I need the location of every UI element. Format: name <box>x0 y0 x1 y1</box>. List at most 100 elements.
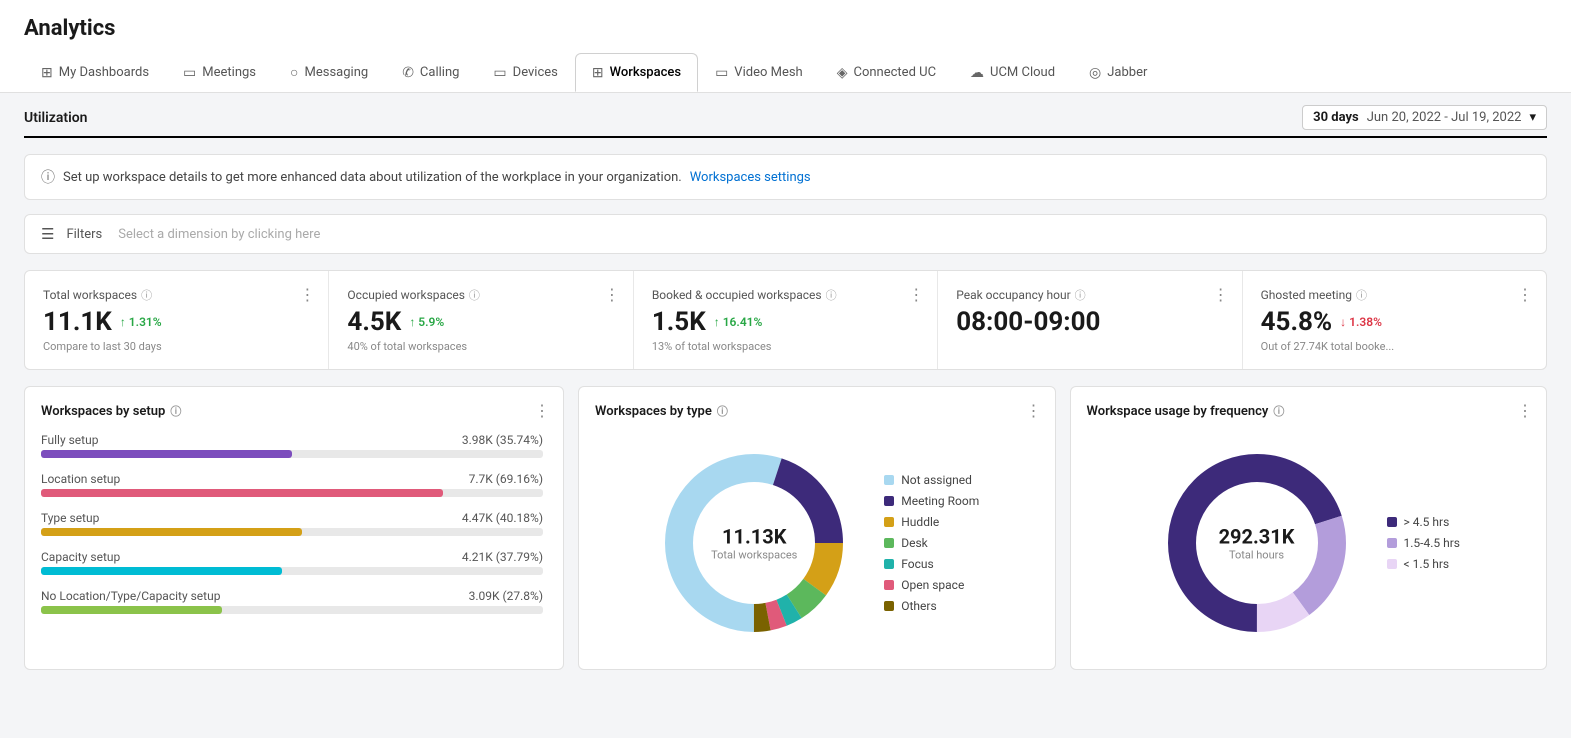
nav-tab-ucm-cloud[interactable]: ☁UCM Cloud <box>953 53 1072 92</box>
meetings-icon: ▭ <box>183 65 196 81</box>
chart-type-info-icon: ⓘ <box>717 403 728 419</box>
nav-tab-workspaces[interactable]: ⊞Workspaces <box>575 53 698 92</box>
nav-tab-calling[interactable]: ✆Calling <box>385 53 476 92</box>
bar-item-label: Location setup <box>41 472 120 486</box>
metric-value-occupied-workspaces: 4.5K ↑ 5.9% <box>347 307 614 337</box>
nav-tab-video-mesh[interactable]: ▭Video Mesh <box>698 53 820 92</box>
metric-card-occupied-workspaces: ⋮ Occupied workspaces ⓘ 4.5K ↑ 5.9% 40% … <box>329 271 633 369</box>
chart-workspaces-by-setup: Workspaces by setup ⓘ ⋮ Fully setup 3.98… <box>24 386 564 670</box>
chart-workspace-frequency: Workspace usage by frequency ⓘ ⋮ 292.31K… <box>1070 386 1548 670</box>
info-banner: ⓘ Set up workspace details to get more e… <box>24 154 1547 200</box>
sub-header-title: Utilization <box>24 110 88 126</box>
legend-label: Not assigned <box>901 473 972 487</box>
nav-tab-devices[interactable]: ▭Devices <box>476 53 574 92</box>
donut-type-chart: 11.13K Total workspaces <box>654 443 854 643</box>
legend-label: Meeting Room <box>901 494 979 508</box>
filter-icon: ☰ <box>41 225 54 243</box>
bar-item-header: Fully setup 3.98K (35.74%) <box>41 433 543 447</box>
legend-dot <box>1387 559 1397 569</box>
chart-freq-more-button[interactable]: ⋮ <box>1517 401 1534 420</box>
metric-card-ghosted-meeting: ⋮ Ghosted meeting ⓘ 45.8% ↓ 1.38% Out of… <box>1243 271 1546 369</box>
metric-value-ghosted-meeting: 45.8% ↓ 1.38% <box>1261 307 1528 337</box>
bar-fill <box>41 606 222 614</box>
my-dashboards-icon: ⊞ <box>41 65 53 81</box>
metric-card-peak-occupancy: ⋮ Peak occupancy hour ⓘ 08:00-09:00 <box>938 271 1242 369</box>
nav-tab-jabber[interactable]: ◎ Jabber <box>1072 53 1164 92</box>
sub-header: Utilization 30 days Jun 20, 2022 - Jul 1… <box>24 93 1547 138</box>
metric-more-occupied-workspaces[interactable]: ⋮ <box>604 285 621 304</box>
nav-tab-label-jabber: Jabber <box>1107 65 1147 80</box>
metric-info-icon-total-workspaces: ⓘ <box>141 287 152 303</box>
chevron-down-icon: ▾ <box>1529 110 1536 125</box>
date-range-selector[interactable]: 30 days Jun 20, 2022 - Jul 19, 2022 ▾ <box>1302 105 1547 130</box>
metric-info-icon-booked-occupied: ⓘ <box>826 287 837 303</box>
ucm-cloud-icon: ☁ <box>970 65 984 81</box>
page-header: Analytics ⊞ My Dashboards ▭Meetings○Messag… <box>0 0 1571 93</box>
chart-type-more-button[interactable]: ⋮ <box>1026 401 1043 420</box>
bar-item: No Location/Type/Capacity setup 3.09K (2… <box>41 589 543 614</box>
bar-fill <box>41 489 443 497</box>
metric-value-total-workspaces: 11.1K ↑ 1.31% <box>43 307 310 337</box>
bar-item-label: Capacity setup <box>41 550 120 564</box>
page-title: Analytics <box>24 16 1547 41</box>
metric-change-booked-occupied: ↑ 16.41% <box>714 315 763 329</box>
bar-fill <box>41 450 292 458</box>
bar-item-value: 7.7K (69.16%) <box>469 472 543 486</box>
donut-freq-chart: 292.31K Total hours <box>1157 443 1357 643</box>
metric-label-ghosted-meeting: Ghosted meeting ⓘ <box>1261 287 1528 303</box>
date-range-text: Jun 20, 2022 - Jul 19, 2022 <box>1367 110 1522 125</box>
nav-tab-my-dashboards[interactable]: ⊞ My Dashboards <box>24 53 166 92</box>
metric-subtitle-occupied-workspaces: 40% of total workspaces <box>347 340 614 353</box>
nav-tab-label-my-dashboards: My Dashboards <box>59 65 149 80</box>
bar-item-label: Fully setup <box>41 433 98 447</box>
video-mesh-icon: ▭ <box>715 65 728 81</box>
legend-item: Meeting Room <box>884 494 979 508</box>
legend-dot <box>884 517 894 527</box>
legend-item: > 4.5 hrs <box>1387 515 1460 529</box>
bar-item-value: 3.98K (35.74%) <box>462 433 543 447</box>
charts-row: Workspaces by setup ⓘ ⋮ Fully setup 3.98… <box>24 386 1547 670</box>
donut-type-legend: Not assignedMeeting RoomHuddleDeskFocusO… <box>884 473 979 613</box>
nav-tab-meetings[interactable]: ▭Meetings <box>166 53 273 92</box>
legend-item: Open space <box>884 578 979 592</box>
workspaces-icon: ⊞ <box>592 65 604 81</box>
jabber-icon: ◎ <box>1089 65 1101 81</box>
filters-bar[interactable]: ☰ Filters Select a dimension by clicking… <box>24 214 1547 254</box>
chart-type-title: Workspaces by type ⓘ <box>595 403 1039 419</box>
chart-setup-title: Workspaces by setup ⓘ <box>41 403 547 419</box>
bar-fill <box>41 567 282 575</box>
metric-value-booked-occupied: 1.5K ↑ 16.41% <box>652 307 919 337</box>
legend-item: < 1.5 hrs <box>1387 557 1460 571</box>
legend-dot <box>884 601 894 611</box>
legend-dot <box>1387 538 1397 548</box>
filters-label: Filters <box>66 227 102 242</box>
bar-item: Location setup 7.7K (69.16%) <box>41 472 543 497</box>
metric-card-booked-occupied: ⋮ Booked & occupied workspaces ⓘ 1.5K ↑ … <box>634 271 938 369</box>
metrics-row: ⋮ Total workspaces ⓘ 11.1K ↑ 1.31% Compa… <box>24 270 1547 370</box>
chart-setup-info-icon: ⓘ <box>170 403 181 419</box>
metric-info-icon-occupied-workspaces: ⓘ <box>469 287 480 303</box>
chart-workspaces-by-type: Workspaces by type ⓘ ⋮ 11.13K Total work… <box>578 386 1056 670</box>
legend-dot <box>884 580 894 590</box>
legend-dot <box>884 538 894 548</box>
workspaces-settings-link[interactable]: Workspaces settings <box>690 170 811 185</box>
legend-label: Others <box>901 599 936 613</box>
metric-more-peak-occupancy[interactable]: ⋮ <box>1213 285 1230 304</box>
chart-setup-more-button[interactable]: ⋮ <box>534 401 551 420</box>
nav-tab-connected-uc[interactable]: ◈Connected UC <box>820 53 953 92</box>
metric-more-total-workspaces[interactable]: ⋮ <box>299 285 316 304</box>
nav-tab-messaging[interactable]: ○Messaging <box>273 53 385 92</box>
legend-label: < 1.5 hrs <box>1404 557 1450 571</box>
legend-label: Open space <box>901 578 964 592</box>
metric-info-icon-peak-occupancy: ⓘ <box>1075 287 1086 303</box>
donut-freq-label: Total hours <box>1219 549 1295 562</box>
legend-label: > 4.5 hrs <box>1404 515 1450 529</box>
bar-chart-list: Fully setup 3.98K (35.74%) Location setu… <box>41 433 547 614</box>
bar-item: Type setup 4.47K (40.18%) <box>41 511 543 536</box>
metric-more-booked-occupied[interactable]: ⋮ <box>908 285 925 304</box>
devices-icon: ▭ <box>493 65 506 81</box>
metric-subtitle-booked-occupied: 13% of total workspaces <box>652 340 919 353</box>
date-range-days: 30 days <box>1313 110 1359 125</box>
metric-value-peak-occupancy: 08:00-09:00 <box>956 307 1223 337</box>
metric-more-ghosted-meeting[interactable]: ⋮ <box>1517 285 1534 304</box>
